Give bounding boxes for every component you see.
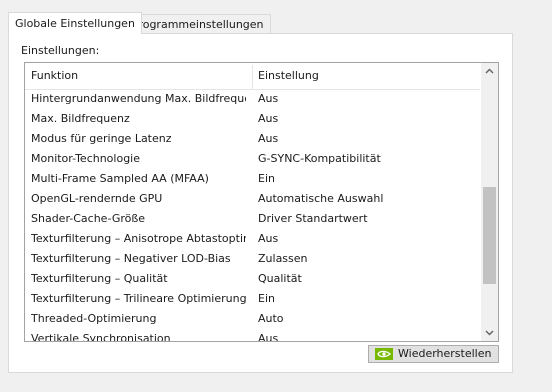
tab-program-settings[interactable]: Programmeinstellungen <box>125 14 271 34</box>
list-rows: Hintergrundanwendung Max. Bildfrequenz Au… <box>25 89 480 342</box>
list-item[interactable]: Modus für geringe Latenz Aus <box>25 129 480 149</box>
settings-list[interactable]: Funktion Einstellung Hintergrundanwendun… <box>24 62 499 342</box>
row-function: OpenGL-rendernde GPU <box>31 192 163 205</box>
list-item[interactable]: Vertikale Synchronisation Aus <box>25 329 480 342</box>
list-header: Funktion Einstellung <box>25 63 480 90</box>
row-setting: Aus <box>258 232 279 245</box>
row-setting: Aus <box>258 332 279 342</box>
row-function: Texturfilterung – Negativer LOD-Bias <box>31 252 231 265</box>
list-item[interactable]: Texturfilterung – Qualität Qualität <box>25 269 480 289</box>
row-function: Monitor-Technologie <box>31 152 141 165</box>
row-function: Threaded-Optimierung <box>31 312 157 325</box>
row-function: Hintergrundanwendung Max. Bildfrequenz <box>31 92 246 105</box>
row-setting: Aus <box>258 92 279 105</box>
nvidia-logo-icon <box>375 348 393 363</box>
row-function: Texturfilterung – Anisotrope Abtastoptim… <box>31 232 246 245</box>
list-item[interactable]: Hintergrundanwendung Max. Bildfrequenz Au… <box>25 89 480 109</box>
column-header-function[interactable]: Funktion <box>31 63 78 89</box>
row-setting: G-SYNC-Kompatibilität <box>258 152 381 165</box>
row-setting: Driver Standartwert <box>258 212 368 225</box>
restore-button-label: Wiederherstellen <box>398 347 492 360</box>
row-setting: Ein <box>258 172 275 185</box>
vertical-scrollbar[interactable] <box>481 63 498 341</box>
list-item[interactable]: OpenGL-rendernde GPU Automatische Auswahl <box>25 189 480 209</box>
column-header-setting[interactable]: Einstellung <box>258 63 319 89</box>
list-item[interactable]: Monitor-Technologie G-SYNC-Kompatibilität <box>25 149 480 169</box>
row-function: Modus für geringe Latenz <box>31 132 172 145</box>
row-setting: Aus <box>258 112 279 125</box>
tab-global-settings[interactable]: Globale Einstellungen <box>8 12 142 34</box>
row-setting: Ein <box>258 292 275 305</box>
restore-button[interactable]: Wiederherstellen <box>368 345 499 363</box>
row-function: Shader-Cache-Größe <box>31 212 146 225</box>
list-item[interactable]: Texturfilterung – Trilineare Optimierung… <box>25 289 480 309</box>
list-item[interactable]: Max. Bildfrequenz Aus <box>25 109 480 129</box>
list-item[interactable]: Threaded-Optimierung Auto <box>25 309 480 329</box>
row-function: Texturfilterung – Trilineare Optimierung <box>31 292 246 305</box>
row-function: Multi-Frame Sampled AA (MFAA) <box>31 172 209 185</box>
row-function: Vertikale Synchronisation <box>31 332 171 342</box>
scroll-thumb[interactable] <box>483 187 496 284</box>
settings-label: Einstellungen: <box>21 44 100 57</box>
row-setting: Qualität <box>258 272 302 285</box>
row-setting: Auto <box>258 312 284 325</box>
row-function: Texturfilterung – Qualität <box>31 272 168 285</box>
settings-panel: Einstellungen: Funktion Einstellung Hint… <box>8 33 513 373</box>
list-item[interactable]: Texturfilterung – Anisotrope Abtastoptim… <box>25 229 480 249</box>
row-setting: Aus <box>258 132 279 145</box>
list-item[interactable]: Multi-Frame Sampled AA (MFAA) Ein <box>25 169 480 189</box>
row-setting: Zulassen <box>258 252 308 265</box>
chevron-down-icon <box>485 330 494 336</box>
row-setting: Automatische Auswahl <box>258 192 384 205</box>
list-item[interactable]: Shader-Cache-Größe Driver Standartwert <box>25 209 480 229</box>
scroll-up-button[interactable] <box>481 63 498 80</box>
column-divider[interactable] <box>252 65 253 89</box>
chevron-up-icon <box>485 68 494 74</box>
row-function: Max. Bildfrequenz <box>31 112 130 125</box>
scroll-down-button[interactable] <box>481 324 498 341</box>
list-item[interactable]: Texturfilterung – Negativer LOD-Bias Zula… <box>25 249 480 269</box>
tab-bar: Globale Einstellungen Programmeinstellun… <box>0 0 552 34</box>
